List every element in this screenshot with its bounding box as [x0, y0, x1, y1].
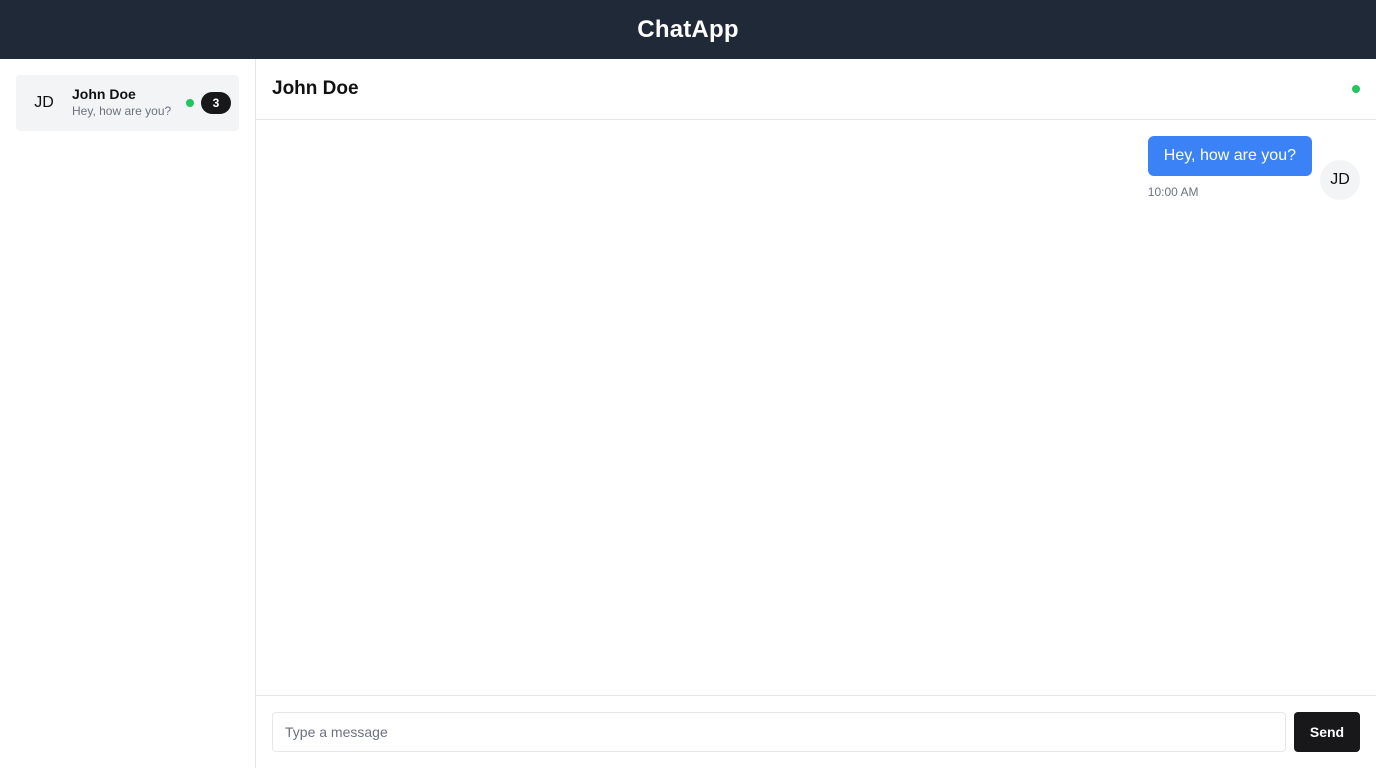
unread-count-badge: 3 — [201, 92, 231, 114]
online-status-icon — [186, 99, 194, 107]
send-button[interactable]: Send — [1294, 712, 1360, 752]
contact-info: John Doe Hey, how are you? — [72, 86, 182, 120]
message-timestamp: 10:00 AM — [1147, 185, 1199, 199]
message-composer: Send — [256, 695, 1376, 768]
message-list[interactable]: Hey, how are you? 10:00 AM JD — [256, 120, 1376, 695]
message-avatar: JD — [1320, 160, 1360, 200]
message-bubble: Hey, how are you? — [1147, 136, 1312, 176]
contact-avatar: JD — [34, 94, 54, 111]
chat-contact-name: John Doe — [272, 78, 359, 99]
contact-last-message: Hey, how are you? — [72, 104, 172, 118]
chat-app: ChatApp JD John Doe Hey, how are you? 3 … — [0, 0, 1376, 768]
app-body: JD John Doe Hey, how are you? 3 John Doe… — [0, 59, 1376, 768]
message-row: Hey, how are you? 10:00 AM JD — [272, 136, 1360, 200]
message-input[interactable] — [272, 712, 1286, 752]
online-status-icon — [1352, 85, 1360, 93]
message-content: Hey, how are you? 10:00 AM — [1147, 136, 1312, 199]
chat-panel: John Doe Hey, how are you? 10:00 AM JD S… — [256, 59, 1376, 768]
app-title: ChatApp — [637, 15, 739, 43]
top-bar: ChatApp — [0, 0, 1376, 59]
contact-sidebar: JD John Doe Hey, how are you? 3 — [0, 59, 256, 768]
contact-item-john-doe[interactable]: JD John Doe Hey, how are you? 3 — [16, 75, 239, 131]
chat-header: John Doe — [256, 59, 1376, 120]
contact-name: John Doe — [72, 86, 136, 102]
